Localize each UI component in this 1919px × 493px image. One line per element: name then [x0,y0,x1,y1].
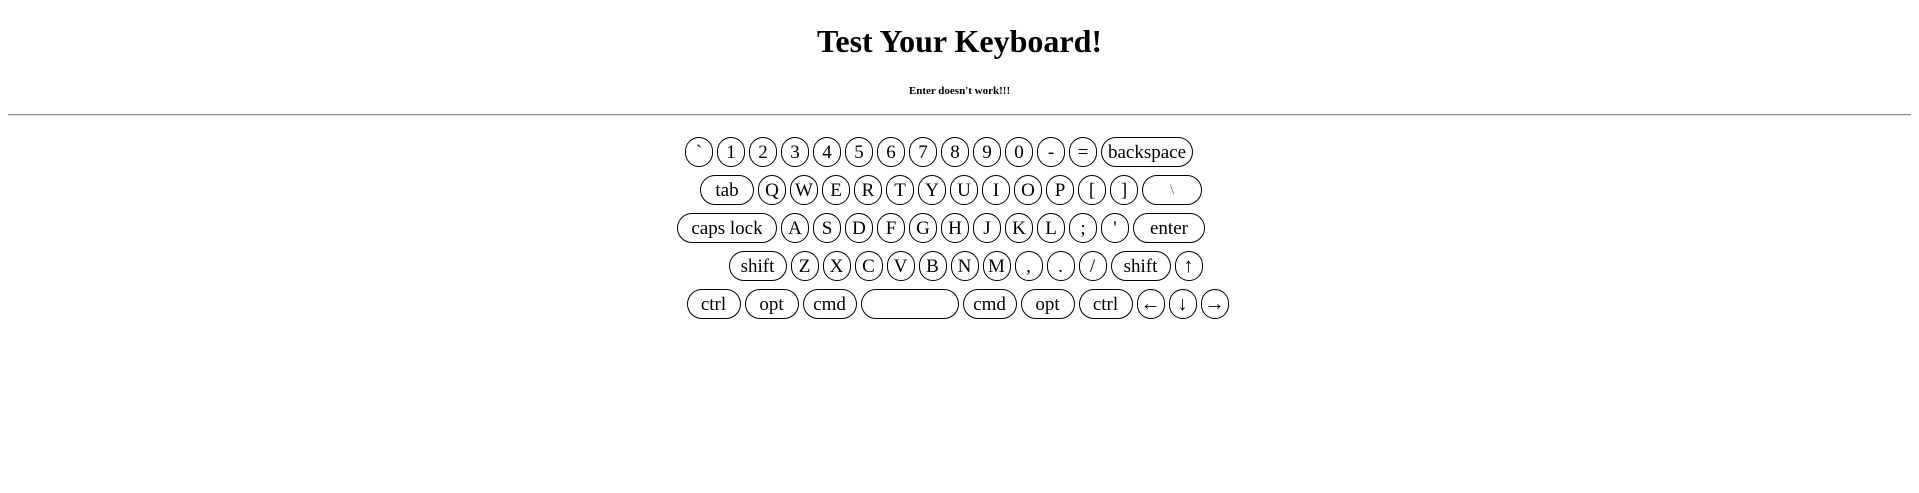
key-n[interactable]: N [950,251,979,281]
key-quote[interactable]: ' [1101,213,1129,243]
divider [8,114,1911,116]
key-ctrl-right[interactable]: ctrl [1078,289,1133,319]
key-0[interactable]: 0 [1005,137,1033,167]
key-space[interactable] [860,289,959,319]
key-s[interactable]: S [813,213,841,243]
key-arrow-down-icon[interactable]: ↓ [1168,289,1197,319]
key-j[interactable]: J [973,213,1001,243]
key-f[interactable]: F [877,213,905,243]
key-backtick[interactable]: ` [685,137,713,167]
keyboard-row-bottom-letters: shift Z X C V B N M , . / shift ↑ [12,247,1919,285]
keyboard-row-numbers: ` 1 2 3 4 5 6 7 8 9 0 - = backspace [0,133,1919,171]
key-shift-right[interactable]: shift [1110,251,1171,281]
key-enter[interactable]: enter [1133,213,1205,243]
key-t[interactable]: T [886,175,914,205]
key-v[interactable]: V [886,251,915,281]
key-period[interactable]: . [1046,251,1075,281]
key-arrow-right-icon[interactable]: → [1200,289,1229,319]
key-i[interactable]: I [982,175,1010,205]
key-equals[interactable]: = [1069,137,1097,167]
keyboard-row-modifiers: ctrl opt cmd cmd opt ctrl ← ↓ → [0,285,1919,323]
key-o[interactable]: O [1014,175,1042,205]
key-ctrl-left[interactable]: ctrl [686,289,741,319]
key-left-bracket[interactable]: [ [1078,175,1106,205]
key-caps-lock[interactable]: caps lock [677,213,777,243]
page-subtitle: Enter doesn't work!!! [908,85,1011,97]
key-semicolon[interactable]: ; [1069,213,1097,243]
key-l[interactable]: L [1037,213,1065,243]
key-g[interactable]: G [909,213,937,243]
key-8[interactable]: 8 [941,137,969,167]
key-h[interactable]: H [941,213,969,243]
key-d[interactable]: D [845,213,873,243]
keyboard-row-home: caps lock A S D F G H J K L ; ' enter [0,209,1919,247]
key-opt-right[interactable]: opt [1020,289,1075,319]
key-5[interactable]: 5 [845,137,873,167]
key-1[interactable]: 1 [717,137,745,167]
key-4[interactable]: 4 [813,137,841,167]
key-r[interactable]: R [854,175,882,205]
key-m[interactable]: M [982,251,1011,281]
key-cmd-left[interactable]: cmd [802,289,857,319]
key-u[interactable]: U [950,175,978,205]
key-a[interactable]: A [781,213,809,243]
key-k[interactable]: K [1005,213,1033,243]
page-title: Test Your Keyboard! [816,23,1103,59]
key-c[interactable]: C [854,251,883,281]
key-7[interactable]: 7 [909,137,937,167]
key-comma[interactable]: , [1014,251,1043,281]
virtual-keyboard: ` 1 2 3 4 5 6 7 8 9 0 - = backspace tab … [0,133,1919,323]
key-minus[interactable]: - [1037,137,1065,167]
key-slash[interactable]: / [1078,251,1107,281]
key-shift-left[interactable]: shift [728,251,787,281]
key-3[interactable]: 3 [781,137,809,167]
key-6[interactable]: 6 [877,137,905,167]
key-cmd-right[interactable]: cmd [962,289,1017,319]
key-backspace[interactable]: backspace [1101,137,1193,167]
key-arrow-up-icon[interactable]: ↑ [1174,251,1203,281]
key-arrow-left-icon[interactable]: ← [1136,289,1165,319]
key-backslash[interactable]: \ [1142,175,1202,205]
key-w[interactable]: W [790,175,818,205]
key-tab[interactable]: tab [700,175,754,205]
key-z[interactable]: Z [790,251,819,281]
key-2[interactable]: 2 [749,137,777,167]
key-e[interactable]: E [822,175,850,205]
key-right-bracket[interactable]: ] [1110,175,1138,205]
key-y[interactable]: Y [918,175,946,205]
key-q[interactable]: Q [758,175,786,205]
key-b[interactable]: B [918,251,947,281]
key-opt-left[interactable]: opt [744,289,799,319]
key-9[interactable]: 9 [973,137,1001,167]
keyboard-row-top-letters: tab Q W E R T Y U I O P [ ] \ [0,171,1919,209]
key-p[interactable]: P [1046,175,1074,205]
key-x[interactable]: X [822,251,851,281]
